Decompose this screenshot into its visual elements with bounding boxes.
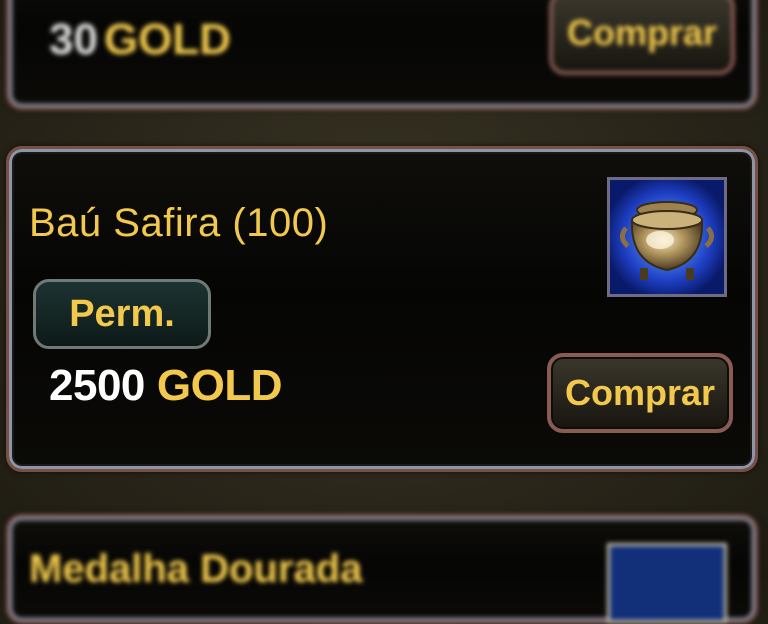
item-price: 30 GOLD xyxy=(49,15,231,65)
sapphire-chest-icon xyxy=(610,180,724,294)
item-thumbnail-icon xyxy=(607,543,727,623)
shop-item-card-previous: 30 GOLD Comprar xyxy=(6,0,758,110)
price-amount: 30 xyxy=(49,15,98,64)
item-icon-frame xyxy=(607,177,727,297)
price-currency: GOLD xyxy=(103,15,232,64)
item-title: Baú Safira (100) xyxy=(29,201,329,245)
item-price: 2500 GOLD xyxy=(49,361,283,411)
item-title: Medalha Dourada xyxy=(29,547,363,591)
price-currency: GOLD xyxy=(156,361,283,410)
price-amount: 2500 xyxy=(49,361,145,410)
shop-item-card: Baú Safira (100) Perm. 2500 GOLD Comprar xyxy=(6,146,758,472)
shop-item-card-next: Medalha Dourada xyxy=(6,514,758,624)
duration-badge: Perm. xyxy=(33,279,211,349)
buy-button[interactable]: Comprar xyxy=(549,0,735,75)
buy-button[interactable]: Comprar xyxy=(547,353,733,433)
